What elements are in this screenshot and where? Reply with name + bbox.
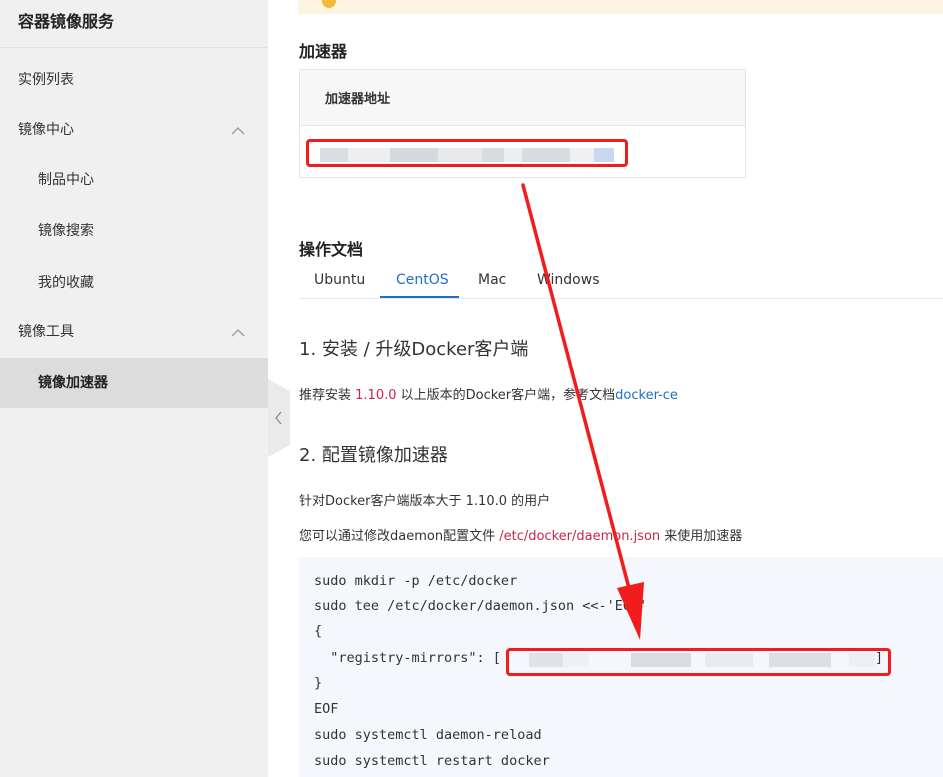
sidebar-item-image-search[interactable]: 镜像搜索 (0, 206, 268, 256)
sidebar-item-image-accelerator[interactable]: 镜像加速器 (0, 358, 268, 408)
table-header: 加速器地址 (300, 70, 745, 126)
step2-line2-after: 来使用加速器 (660, 529, 743, 544)
code-line: { (314, 623, 323, 639)
code-line: sudo mkdir -p /etc/docker (314, 573, 518, 589)
sidebar-item-label: 镜像搜索 (38, 223, 94, 239)
column-header-accelerator-address: 加速器地址 (325, 92, 391, 107)
step1-text-after: 以上版本的Docker客户端，参考文档 (396, 388, 616, 403)
sidebar-divider (0, 47, 268, 48)
code-line: } (314, 675, 323, 691)
version-number: 1.10.0 (355, 388, 397, 403)
sidebar: 容器镜像服务 实例列表 镜像中心 制品中心 镜像搜索 我的收藏 镜像工具 镜像加… (0, 0, 268, 777)
sidebar-item-label: 镜像中心 (18, 122, 74, 138)
tab-windows[interactable]: Windows (537, 272, 600, 288)
step1-text-before: 推荐安装 (299, 388, 356, 403)
sidebar-item-my-favorites[interactable]: 我的收藏 (0, 258, 268, 308)
sidebar-group-image-tools[interactable]: 镜像工具 (0, 307, 268, 357)
active-tab-indicator (380, 296, 459, 298)
step1-title: 1. 安装 / 升级Docker客户端 (299, 339, 529, 360)
chevron-up-icon (230, 105, 246, 155)
code-line: sudo tee /etc/docker/daemon.json <<-'EOF… (314, 598, 648, 614)
step2-line1: 针对Docker客户端版本大于 1.10.0 的用户 (299, 494, 551, 509)
os-tabs: Ubuntu CentOS Mac Windows (299, 262, 943, 299)
warning-icon (322, 0, 336, 8)
tab-mac[interactable]: Mac (478, 272, 506, 288)
sidebar-item-label: 镜像加速器 (38, 375, 108, 391)
tab-ubuntu[interactable]: Ubuntu (314, 272, 365, 288)
main-content: 加速器 加速器地址 操作文档 Ubuntu CentOS Mac Windows… (268, 0, 943, 777)
sidebar-group-image-center[interactable]: 镜像中心 (0, 105, 268, 155)
step2-line2: 您可以通过修改daemon配置文件 /etc/docker/daemon.jso… (299, 525, 742, 544)
docker-ce-link[interactable]: docker-ce (615, 388, 678, 403)
docs-heading: 操作文档 (299, 240, 364, 259)
sidebar-item-label: 实例列表 (18, 72, 74, 88)
step2-line2-before: 您可以通过修改daemon配置文件 (299, 529, 500, 544)
sidebar-item-label: 镜像工具 (18, 324, 74, 340)
code-line: sudo systemctl restart docker (314, 753, 550, 769)
sidebar-item-artifact-center[interactable]: 制品中心 (0, 155, 268, 205)
code-line: sudo systemctl daemon-reload (314, 727, 542, 743)
accelerator-heading: 加速器 (299, 42, 348, 61)
sidebar-item-label: 我的收藏 (38, 275, 94, 291)
step2-title: 2. 配置镜像加速器 (299, 445, 448, 466)
daemon-config-path: /etc/docker/daemon.json (499, 529, 661, 544)
highlight-box-accelerator-address (306, 139, 628, 167)
sidebar-title: 容器镜像服务 (18, 12, 115, 31)
chevron-up-icon (230, 307, 246, 357)
sidebar-item-label: 制品中心 (38, 172, 94, 188)
code-line: "registry-mirrors": [ (314, 650, 501, 666)
tab-centos[interactable]: CentOS (396, 272, 449, 288)
sidebar-item-instance-list[interactable]: 实例列表 (0, 55, 268, 105)
highlight-box-registry-mirrors (506, 648, 891, 676)
code-line: EOF (314, 701, 339, 717)
notice-banner (298, 0, 943, 14)
step1-text: 推荐安装 1.10.0 以上版本的Docker客户端，参考文档docker-ce (299, 384, 678, 403)
